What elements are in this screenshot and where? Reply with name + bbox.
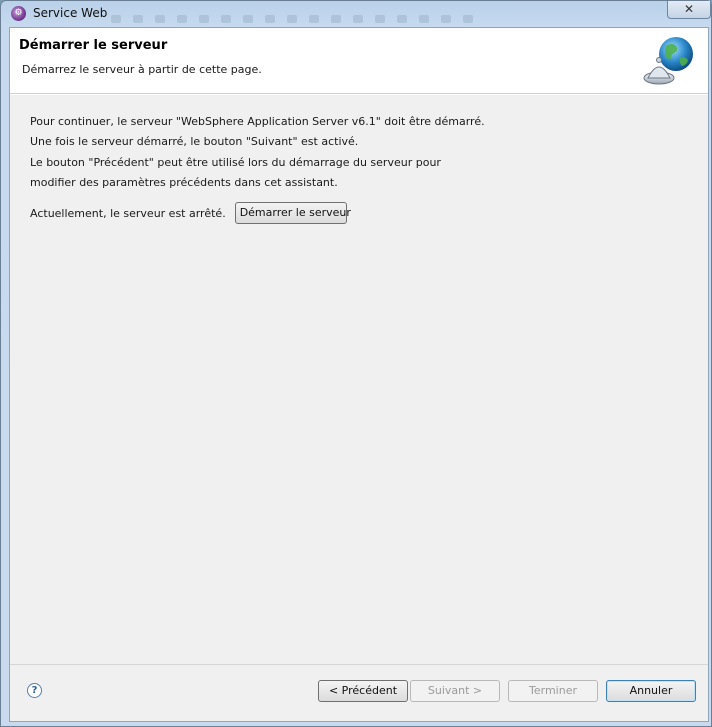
background-toolbar-icons — [111, 13, 491, 25]
eclipse-app-icon: ⚙ — [11, 6, 26, 21]
wizard-window: ⚙ Service Web ✕ Démarrer le serveur Déma… — [0, 0, 712, 727]
wizard-header: Démarrer le serveur Démarrez le serveur … — [10, 28, 708, 94]
message-line: Pour continuer, le serveur "WebSphere Ap… — [30, 115, 485, 128]
wizard-content: Pour continuer, le serveur "WebSphere Ap… — [30, 112, 670, 225]
server-status-row: Actuellement, le serveur est arrêté. Dém… — [30, 202, 670, 225]
server-status-text: Actuellement, le serveur est arrêté. — [30, 206, 226, 220]
start-server-button[interactable]: Démarrer le serveur — [234, 202, 351, 225]
close-window-button[interactable]: ✕ — [667, 1, 711, 19]
cancel-button[interactable]: Annuler — [606, 680, 696, 702]
wizard-client-area: Démarrer le serveur Démarrez le serveur … — [9, 27, 709, 722]
header-separator — [10, 94, 708, 95]
footer-separator — [10, 664, 708, 665]
message-line: Une fois le serveur démarré, le bouton "… — [30, 135, 359, 149]
next-button[interactable]: Suivant > — [410, 680, 500, 702]
message-line: Le bouton "Précédent" peut être utilisé … — [30, 155, 441, 169]
globe-server-icon — [643, 37, 693, 85]
page-title: Démarrer le serveur — [19, 38, 168, 53]
title-bar[interactable]: ⚙ Service Web ✕ — [1, 1, 711, 27]
finish-button[interactable]: Terminer — [508, 680, 598, 702]
page-description: Démarrez le serveur à partir de cette pa… — [22, 63, 262, 76]
help-icon[interactable]: ? — [27, 683, 42, 698]
back-button[interactable]: < Précédent — [318, 680, 408, 702]
message-line: modifier des paramètres précédents dans … — [30, 175, 338, 189]
window-title: Service Web — [33, 6, 108, 20]
close-icon: ✕ — [683, 2, 695, 16]
